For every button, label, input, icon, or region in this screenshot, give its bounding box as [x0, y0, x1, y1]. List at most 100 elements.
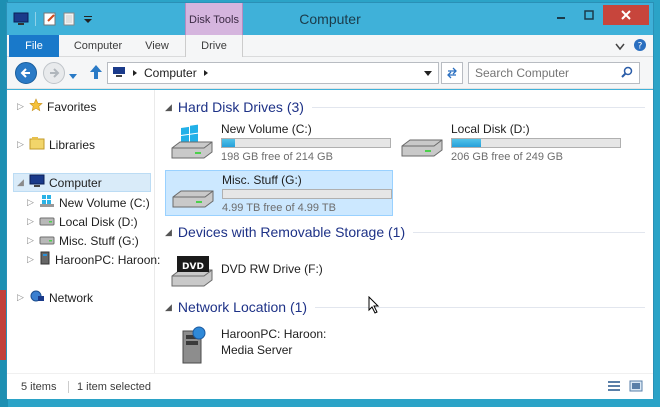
group-title: Hard Disk Drives (3): [177, 99, 304, 115]
nav-item-label: Libraries: [49, 137, 96, 152]
group-title: Devices with Removable Storage (1): [177, 224, 406, 240]
content-area: ▷ Favorites ▷ Libraries ◢ Computer ▷ New…: [7, 90, 653, 373]
search-icon[interactable]: [621, 66, 633, 81]
large-icons-view-icon[interactable]: [629, 380, 643, 395]
recent-locations-icon[interactable]: [69, 69, 77, 83]
window-controls: [547, 5, 649, 25]
collapse-arrow-icon[interactable]: ◢: [165, 302, 172, 313]
libraries-icon: [29, 136, 45, 153]
tab-file[interactable]: File: [9, 35, 59, 57]
svg-text:?: ?: [638, 42, 643, 52]
network-location-haroonpc[interactable]: HaroonPC: Haroon: Media Server: [165, 321, 393, 367]
expand-arrow-icon[interactable]: ▷: [27, 216, 35, 227]
mouse-cursor-icon: [368, 295, 380, 317]
close-button[interactable]: [603, 5, 649, 25]
nav-item-favorites[interactable]: ▷ Favorites: [17, 97, 96, 116]
drive-name: DVD RW Drive (F:): [221, 262, 323, 276]
drive-usage-fill: [222, 139, 235, 147]
collapse-arrow-icon[interactable]: ◢: [165, 102, 172, 113]
tab-view[interactable]: View: [135, 35, 179, 57]
nav-item-libraries[interactable]: ▷ Libraries: [17, 135, 95, 154]
location-type: Media Server: [221, 343, 293, 357]
drive-misc-stuff-g[interactable]: Misc. Stuff (G:) 4.99 TB free of 4.99 TB: [165, 170, 393, 216]
media-server-icon: [39, 251, 51, 268]
breadcrumb-computer[interactable]: Computer: [144, 66, 197, 80]
breadcrumb-chevron-icon[interactable]: [132, 66, 138, 80]
drive-local-disk-d[interactable]: Local Disk (D:) 206 GB free of 249 GB: [395, 120, 623, 166]
help-icon[interactable]: ?: [633, 38, 647, 55]
breadcrumb-chevron-icon[interactable]: [203, 66, 209, 80]
hard-drive-icon: [399, 124, 445, 162]
search-box[interactable]: [468, 62, 640, 84]
star-icon: [29, 98, 43, 115]
address-bar[interactable]: Computer: [107, 62, 439, 84]
nav-item-local-disk-d[interactable]: ▷ Local Disk (D:): [27, 212, 138, 231]
nav-item-haroonpc[interactable]: ▷ HaroonPC: Haroon:: [27, 250, 160, 269]
group-header-hard-disks[interactable]: ◢ Hard Disk Drives (3): [165, 99, 645, 115]
expand-arrow-icon[interactable]: ▷: [27, 197, 35, 208]
ribbon-controls: ?: [615, 38, 647, 55]
collapse-arrow-icon[interactable]: ◢: [165, 227, 172, 238]
forward-button[interactable]: [43, 62, 65, 84]
drive-free-space: 198 GB free of 214 GB: [221, 151, 333, 163]
selection-count: 1 item selected: [77, 381, 151, 393]
computer-icon: [112, 66, 126, 81]
maximize-button[interactable]: [575, 5, 603, 25]
navigation-pane[interactable]: ▷ Favorites ▷ Libraries ◢ Computer ▷ New…: [7, 90, 160, 373]
dvd-logo-text: DVD: [182, 262, 204, 272]
group-header-removable[interactable]: ◢ Devices with Removable Storage (1): [165, 224, 645, 240]
nav-item-computer[interactable]: ◢ Computer: [13, 173, 151, 192]
drive-new-volume-c[interactable]: New Volume (C:) 198 GB free of 214 GB: [165, 120, 393, 166]
drive-dvd-rw-f[interactable]: DVD DVD RW Drive (F:): [165, 246, 393, 292]
item-count: 5 items: [21, 381, 57, 393]
nav-item-label: New Volume (C:): [59, 195, 150, 210]
location-name: HaroonPC: Haroon:: [221, 327, 327, 341]
main-pane: ◢ Hard Disk Drives (3) New Volume (C:) 1…: [159, 90, 653, 373]
drive-usage-fill: [452, 139, 481, 147]
expand-arrow-icon[interactable]: ▷: [17, 292, 25, 303]
group-divider: [315, 306, 645, 308]
view-switcher: [607, 380, 643, 395]
up-arrow-icon[interactable]: [89, 64, 103, 83]
expand-arrow-icon[interactable]: ▷: [27, 235, 35, 246]
hard-drive-icon: [170, 175, 216, 213]
drive-usage-bar: [222, 189, 392, 199]
group-header-network[interactable]: ◢ Network Location (1): [165, 299, 645, 315]
nav-item-misc-stuff-g[interactable]: ▷ Misc. Stuff (G:): [27, 231, 139, 250]
nav-item-label: Misc. Stuff (G:): [59, 233, 139, 248]
network-icon: [29, 289, 45, 306]
collapse-arrow-icon[interactable]: ◢: [17, 177, 25, 188]
search-input[interactable]: [475, 66, 615, 80]
ribbon-tab-bar: File Computer View Drive ?: [7, 35, 653, 81]
nav-item-label: Local Disk (D:): [59, 214, 138, 229]
expand-arrow-icon[interactable]: ▷: [17, 139, 25, 150]
hard-drive-icon: [39, 214, 55, 229]
status-divider: [68, 381, 69, 393]
drive-usage-bar: [221, 138, 391, 148]
title-bar: Disk Tools Computer: [7, 3, 653, 35]
nav-item-label: HaroonPC: Haroon:: [55, 252, 161, 267]
explorer-window: Disk Tools Computer File Computer View D…: [6, 2, 654, 399]
address-dropdown-icon[interactable]: [424, 66, 432, 80]
drive-free-space: 4.99 TB free of 4.99 TB: [222, 202, 336, 214]
drive-name: Local Disk (D:): [451, 122, 530, 136]
hard-drive-icon: [39, 233, 55, 248]
back-button[interactable]: [15, 62, 37, 84]
drive-name: New Volume (C:): [221, 122, 312, 136]
nav-item-label: Network: [49, 290, 94, 305]
nav-item-new-volume-c[interactable]: ▷ New Volume (C:): [27, 193, 150, 212]
group-divider: [311, 106, 645, 108]
media-server-icon: [169, 325, 215, 364]
group-title: Network Location (1): [177, 299, 308, 315]
nav-item-network[interactable]: ▷ Network: [17, 288, 93, 307]
minimize-button[interactable]: [547, 5, 575, 25]
group-divider: [413, 231, 645, 233]
expand-arrow-icon[interactable]: ▷: [17, 101, 25, 112]
details-view-icon[interactable]: [607, 380, 621, 395]
refresh-button[interactable]: [441, 62, 463, 84]
expand-arrow-icon[interactable]: ▷: [27, 254, 35, 265]
status-bar: 5 items 1 item selected: [7, 373, 653, 399]
tab-computer[interactable]: Computer: [69, 35, 127, 57]
dvd-drive-icon: DVD: [169, 250, 215, 288]
expand-ribbon-icon[interactable]: [615, 40, 625, 54]
